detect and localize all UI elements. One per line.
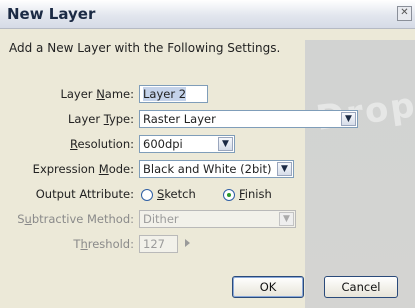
close-icon[interactable]: ✕: [397, 6, 412, 21]
finish-radio-label[interactable]: Finish: [239, 187, 272, 201]
resolution-value: 600dpi: [143, 137, 183, 151]
resolution-select[interactable]: 600dpi ▼: [139, 135, 235, 153]
new-layer-dialog: Drop New Layer ✕ Add a New Layer with th…: [0, 0, 415, 308]
background-watermark: Drop: [305, 40, 415, 308]
cancel-button[interactable]: Cancel: [324, 276, 398, 298]
chevron-down-icon[interactable]: ▼: [218, 137, 233, 151]
expression-mode-value: Black and White (2bit): [143, 162, 272, 176]
resolution-label: Resolution:: [70, 137, 134, 151]
layer-name-input[interactable]: Layer 2: [139, 85, 208, 103]
sketch-radio-label[interactable]: Sketch: [157, 187, 196, 201]
layer-type-select[interactable]: Raster Layer ▼: [139, 110, 358, 128]
dialog-title: New Layer: [7, 5, 96, 23]
subtractive-method-select: Dither ▼: [139, 210, 296, 228]
sketch-radio[interactable]: [141, 189, 153, 201]
title-bar: New Layer ✕: [0, 0, 415, 29]
layer-type-label: Layer Type:: [67, 112, 134, 126]
layer-name-label: Layer Name:: [60, 87, 134, 101]
finish-radio[interactable]: [223, 189, 235, 201]
expression-mode-label: Expression Mode:: [32, 162, 134, 176]
output-attribute-label: Output Attribute:: [35, 187, 134, 201]
threshold-input: 127: [139, 235, 178, 253]
threshold-value: 127: [143, 237, 165, 251]
subtractive-method-label: Subtractive Method:: [17, 212, 134, 226]
chevron-down-icon: ▼: [279, 212, 294, 226]
expression-mode-select[interactable]: Black and White (2bit) ▼: [139, 160, 294, 178]
chevron-down-icon[interactable]: ▼: [277, 162, 292, 176]
subtractive-method-value: Dither: [143, 212, 179, 226]
triangle-right-icon: [185, 239, 190, 247]
ok-button[interactable]: OK: [232, 276, 304, 298]
layer-name-value: Layer 2: [143, 87, 187, 101]
layer-type-value: Raster Layer: [143, 112, 216, 126]
intro-text: Add a New Layer with the Following Setti…: [9, 41, 281, 55]
chevron-down-icon[interactable]: ▼: [341, 112, 356, 126]
threshold-label: Threshold:: [73, 237, 134, 251]
